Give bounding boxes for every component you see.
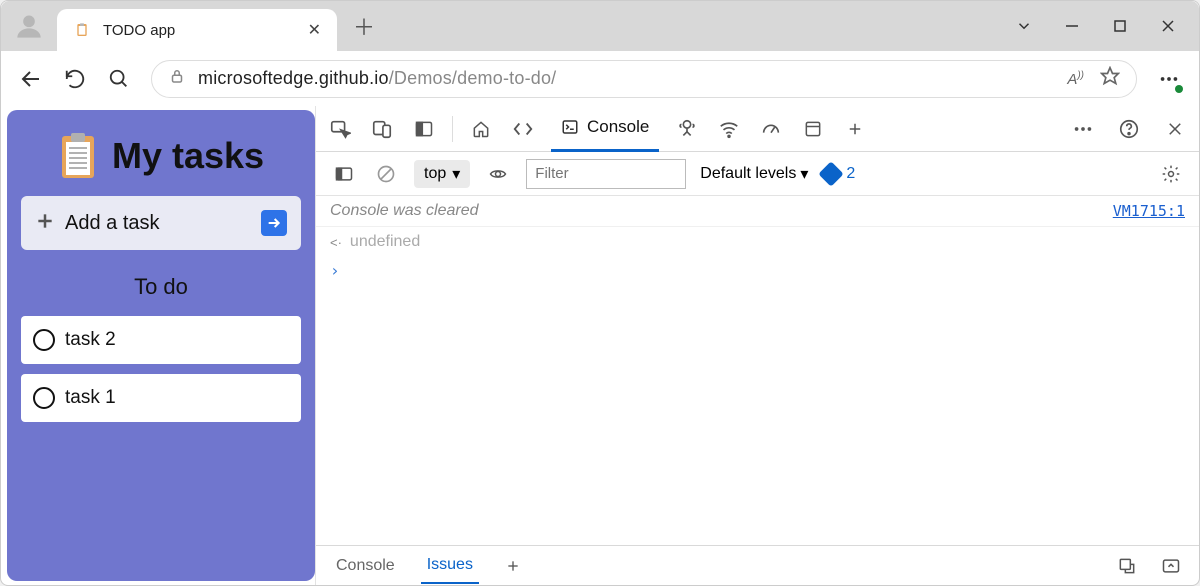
sources-tab-icon[interactable] bbox=[673, 115, 701, 143]
performance-tab-icon[interactable] bbox=[757, 115, 785, 143]
address-bar[interactable]: microsoftedge.github.io/Demos/demo-to-do… bbox=[151, 60, 1137, 98]
task-item[interactable]: task 2 bbox=[21, 316, 301, 364]
browser-tab[interactable]: TODO app ✕ bbox=[57, 9, 337, 51]
more-menu-button[interactable] bbox=[1157, 67, 1181, 91]
clear-console-icon[interactable] bbox=[372, 160, 400, 188]
elements-tab-icon[interactable] bbox=[509, 115, 537, 143]
browser-titlebar: TODO app ✕ ＋ bbox=[1, 1, 1199, 51]
console-filter-input[interactable] bbox=[526, 159, 686, 189]
issue-count: 2 bbox=[846, 165, 855, 183]
plus-icon bbox=[35, 211, 55, 236]
console-output: Console was cleared VM1715:1 <· undefine… bbox=[316, 196, 1199, 545]
console-return-value: undefined bbox=[350, 233, 1185, 251]
devtools-drawer-tabs: Console Issues bbox=[316, 545, 1199, 585]
close-devtools-button[interactable] bbox=[1161, 115, 1189, 143]
close-tab-icon[interactable]: ✕ bbox=[308, 20, 321, 40]
toggle-sidebar-icon[interactable] bbox=[330, 160, 358, 188]
console-prompt[interactable]: › bbox=[316, 257, 1199, 284]
task-checkbox[interactable] bbox=[33, 387, 55, 409]
clipboard-favicon-icon bbox=[73, 21, 91, 39]
caret-down-icon: ▾ bbox=[800, 164, 808, 184]
refresh-button[interactable] bbox=[63, 67, 87, 91]
computed-styles-icon[interactable] bbox=[1113, 552, 1141, 580]
inspect-element-icon[interactable] bbox=[326, 115, 354, 143]
device-toggle-icon[interactable] bbox=[368, 115, 396, 143]
log-levels-selector[interactable]: Default levels ▾ bbox=[700, 164, 808, 184]
close-window-button[interactable] bbox=[1157, 15, 1179, 37]
dock-side-icon[interactable] bbox=[410, 115, 438, 143]
devtools-tabs: Console bbox=[316, 106, 1199, 152]
clipboard-icon bbox=[58, 132, 98, 180]
new-tab-button[interactable]: ＋ bbox=[353, 10, 375, 42]
console-toolbar: top ▾ Default levels ▾ 2 bbox=[316, 152, 1199, 196]
favorite-icon[interactable] bbox=[1100, 66, 1120, 91]
issue-badge-icon bbox=[819, 161, 844, 186]
add-task-input[interactable]: Add a task bbox=[21, 196, 301, 250]
task-item[interactable]: task 1 bbox=[21, 374, 301, 422]
console-settings-icon[interactable] bbox=[1157, 160, 1185, 188]
url-text: microsoftedge.github.io/Demos/demo-to-do… bbox=[198, 68, 556, 89]
todo-app: My tasks Add a task To do task 2 task 1 bbox=[7, 110, 315, 581]
context-label: top bbox=[424, 165, 446, 183]
levels-label: Default levels bbox=[700, 165, 796, 183]
console-tab-label: Console bbox=[587, 117, 649, 137]
expand-drawer-icon[interactable] bbox=[1157, 552, 1185, 580]
chevron-down-icon[interactable] bbox=[1013, 15, 1035, 37]
caret-down-icon: ▾ bbox=[452, 164, 460, 184]
drawer-more-tabs-button[interactable] bbox=[499, 552, 527, 580]
network-tab-icon[interactable] bbox=[715, 115, 743, 143]
issues-indicator[interactable]: 2 bbox=[822, 165, 855, 183]
console-tab[interactable]: Console bbox=[551, 106, 659, 152]
devtools-more-icon[interactable] bbox=[1069, 115, 1097, 143]
more-tabs-button[interactable] bbox=[841, 115, 869, 143]
tab-title: TODO app bbox=[103, 22, 296, 39]
drawer-console-tab[interactable]: Console bbox=[330, 549, 401, 583]
add-task-label: Add a task bbox=[65, 212, 251, 235]
return-arrow-icon: <· bbox=[330, 235, 342, 250]
task-checkbox[interactable] bbox=[33, 329, 55, 351]
maximize-button[interactable] bbox=[1109, 15, 1131, 37]
task-text: task 1 bbox=[65, 387, 116, 409]
lock-icon bbox=[168, 67, 186, 90]
update-indicator-icon bbox=[1175, 85, 1183, 93]
help-icon[interactable] bbox=[1115, 115, 1143, 143]
console-message: Console was cleared bbox=[330, 202, 1113, 220]
profile-button[interactable] bbox=[11, 8, 47, 44]
search-icon[interactable] bbox=[107, 67, 131, 91]
context-selector[interactable]: top ▾ bbox=[414, 160, 470, 188]
devtools-panel: Console top ▾ bbox=[315, 106, 1199, 585]
application-tab-icon[interactable] bbox=[799, 115, 827, 143]
back-button[interactable] bbox=[19, 67, 43, 91]
source-link[interactable]: VM1715:1 bbox=[1113, 202, 1185, 220]
drawer-issues-tab[interactable]: Issues bbox=[421, 548, 479, 584]
live-expression-icon[interactable] bbox=[484, 160, 512, 188]
browser-toolbar: microsoftedge.github.io/Demos/demo-to-do… bbox=[1, 51, 1199, 106]
welcome-tab-icon[interactable] bbox=[467, 115, 495, 143]
submit-task-button[interactable] bbox=[261, 210, 287, 236]
app-title: My tasks bbox=[112, 135, 264, 177]
todo-section-title: To do bbox=[21, 274, 301, 300]
read-aloud-icon[interactable]: A)) bbox=[1067, 70, 1084, 88]
minimize-button[interactable] bbox=[1061, 15, 1083, 37]
task-text: task 2 bbox=[65, 329, 116, 351]
